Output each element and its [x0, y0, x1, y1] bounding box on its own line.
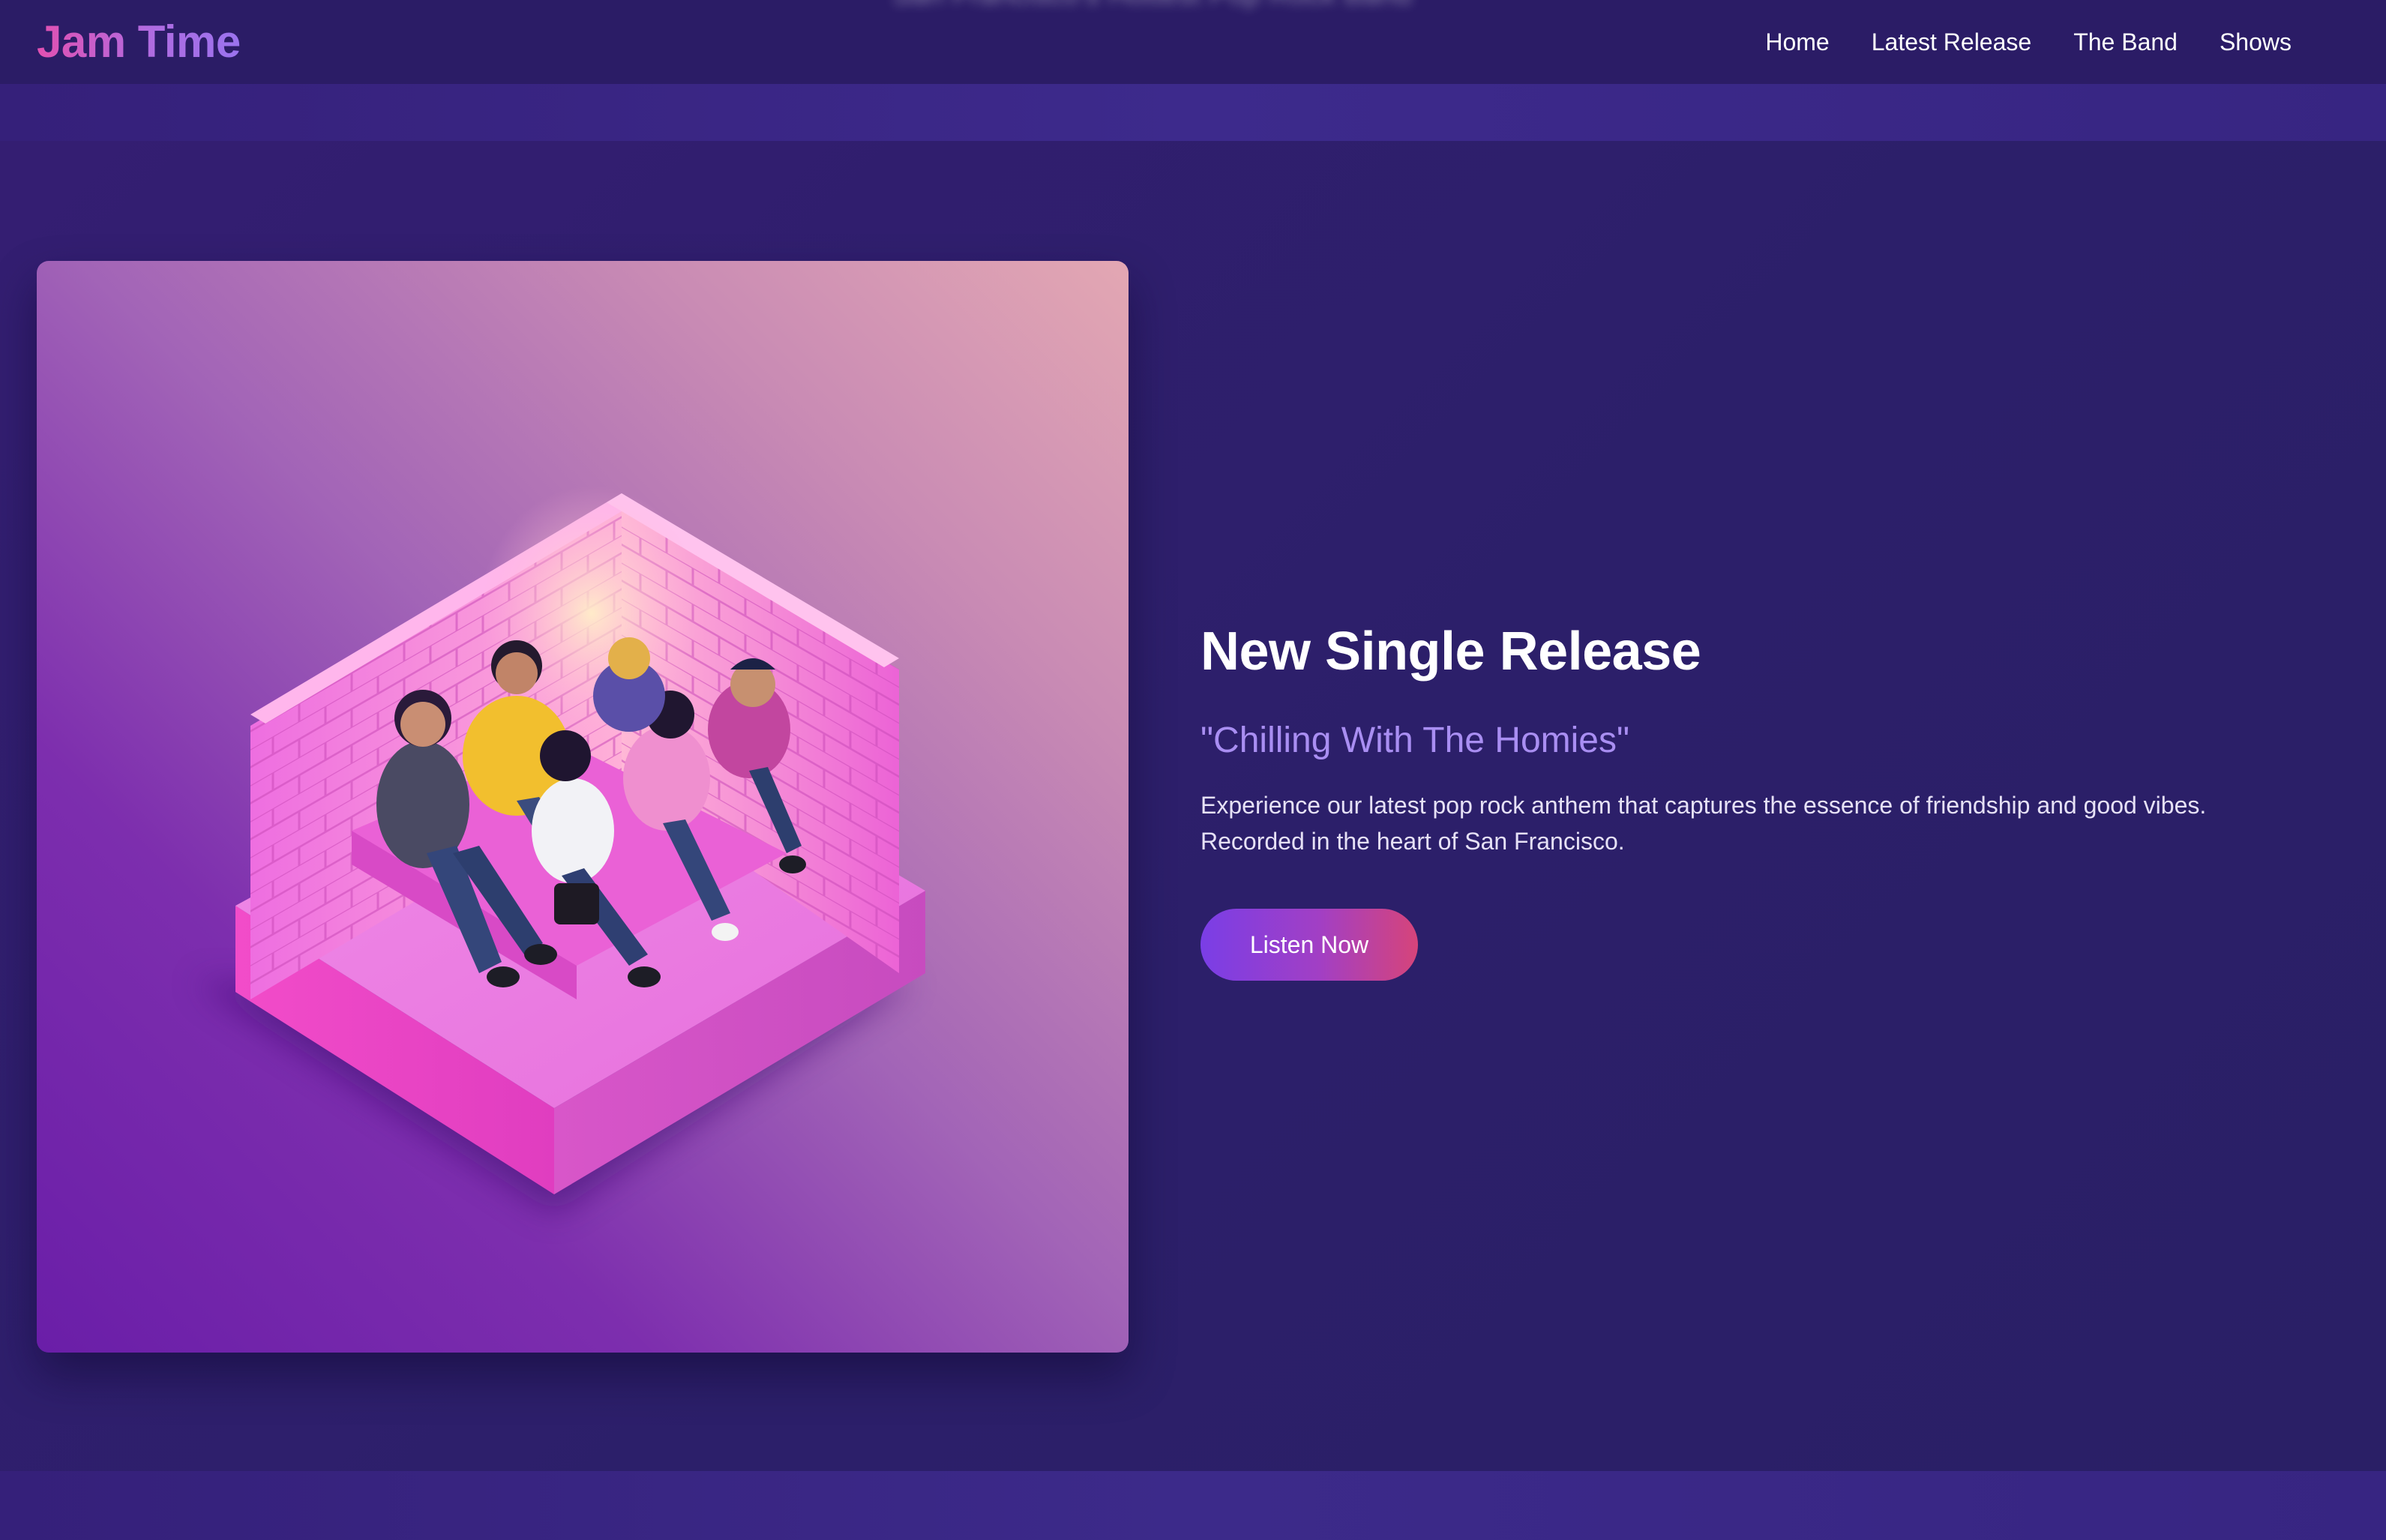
bottom-divider-band — [0, 1471, 2386, 1540]
top-divider-band — [0, 84, 2386, 141]
listen-now-button[interactable]: Listen Now — [1200, 909, 1418, 981]
release-info: New Single Release "Chilling With The Ho… — [1200, 621, 2280, 981]
release-headline: New Single Release — [1200, 622, 1701, 682]
nav-link-latest-release[interactable]: Latest Release — [1872, 28, 2031, 56]
album-cover-image — [37, 261, 1129, 1353]
top-navbar: San Francisco's Hottest Pop Rock Band Ja… — [0, 0, 2386, 84]
release-description: Experience our latest pop rock anthem th… — [1200, 792, 2207, 855]
site-logo[interactable]: Jam Time — [37, 19, 241, 64]
song-title: "Chilling With The Homies" — [1200, 720, 1630, 760]
nav-links: Home Latest Release The Band Shows — [1765, 28, 2292, 56]
album-cover-illustration — [194, 486, 925, 1213]
hero-section: New Single Release "Chilling With The Ho… — [0, 141, 2386, 1471]
nav-link-shows[interactable]: Shows — [2220, 28, 2292, 56]
nav-link-the-band[interactable]: The Band — [2073, 28, 2178, 56]
nav-link-home[interactable]: Home — [1765, 28, 1829, 56]
header-tagline: San Francisco's Hottest Pop Rock Band — [892, 0, 1412, 11]
